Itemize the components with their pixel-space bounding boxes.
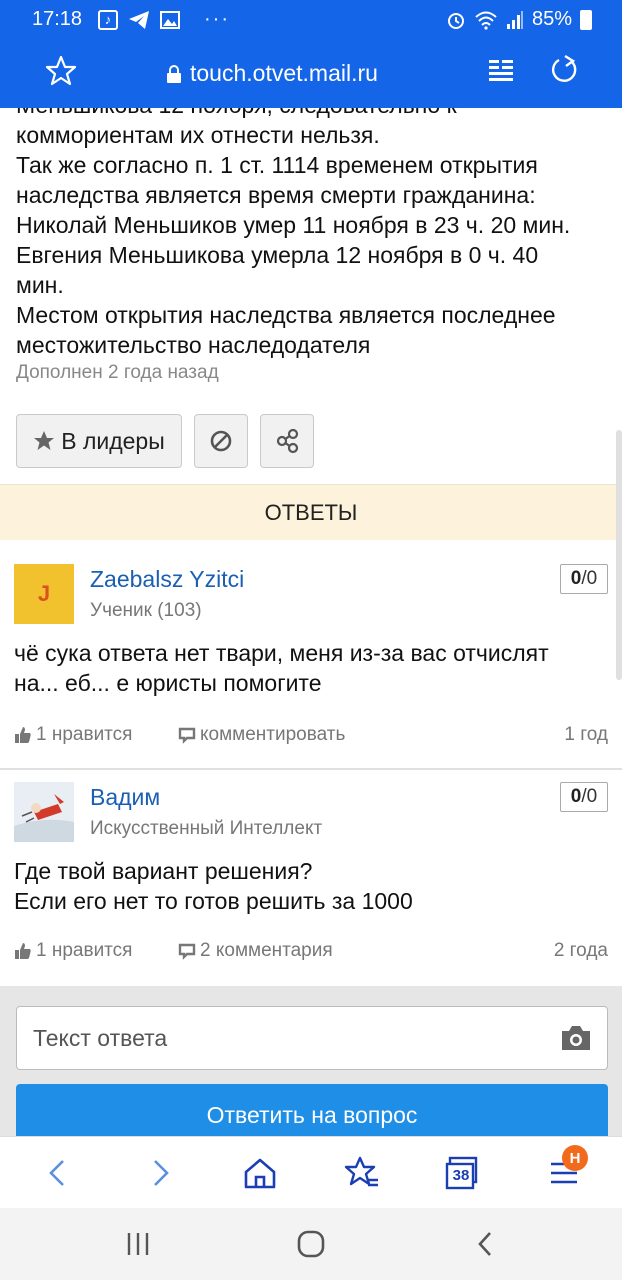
browser-bottom-nav: 38 H bbox=[0, 1136, 622, 1208]
wifi-icon bbox=[475, 11, 497, 30]
answer-divider bbox=[0, 768, 622, 770]
answer-item: J Zaebalsz Yzitci Ученик (103) 0/0 чё су… bbox=[0, 564, 622, 746]
submit-answer-button[interactable]: Ответить на вопрос bbox=[16, 1084, 608, 1136]
tabs-count: 38 bbox=[452, 1167, 470, 1184]
author-name[interactable]: Вадим bbox=[90, 784, 160, 811]
likes-count: 1 нравится bbox=[36, 724, 133, 745]
answer-age: 1 год bbox=[564, 724, 608, 745]
url-field[interactable]: touch.otvet.mail.ru bbox=[166, 60, 378, 87]
avatar-image bbox=[14, 782, 74, 842]
vote-score[interactable]: 0/0 bbox=[560, 782, 608, 812]
url-bar: touch.otvet.mail.ru bbox=[0, 44, 622, 102]
block-icon bbox=[210, 430, 232, 452]
url-text: touch.otvet.mail.ru bbox=[190, 60, 378, 86]
more-notifications-icon: ··· bbox=[204, 8, 230, 30]
tabs-button[interactable]: 38 bbox=[444, 1155, 480, 1191]
answer-line: на... еб... е юристы помогите bbox=[14, 670, 322, 696]
back-icon[interactable] bbox=[40, 1155, 76, 1191]
browser-top-bar: 17:18 ♪ ··· 85% touch.otvet.mail.ru bbox=[0, 0, 622, 108]
score-total: /0 bbox=[581, 786, 598, 807]
question-line: Так же согласно п. 1 ст. 1114 временем о… bbox=[16, 152, 538, 178]
question-line: Меньшикова 12 ноября, следовательно к bbox=[16, 108, 612, 120]
system-back-icon[interactable] bbox=[470, 1228, 502, 1260]
question-line: Евгения Меньшикова умерла 12 ноября в 0 … bbox=[16, 242, 539, 268]
question-line: Местом открытия наследства является посл… bbox=[16, 302, 556, 328]
answers-header: ОТВЕТЫ bbox=[0, 484, 622, 540]
signal-icon bbox=[506, 10, 523, 29]
question-actions: В лидеры bbox=[16, 414, 314, 468]
thumb-up-icon bbox=[15, 727, 31, 743]
to-leaders-label: В лидеры bbox=[61, 427, 165, 454]
answer-text: чё сука ответа нет твари, меня из-за вас… bbox=[14, 638, 608, 698]
forward-icon[interactable] bbox=[142, 1155, 178, 1191]
reload-icon[interactable] bbox=[546, 54, 580, 88]
to-leaders-button[interactable]: В лидеры bbox=[16, 414, 182, 468]
comment-button[interactable]: 2 комментария bbox=[178, 940, 333, 962]
question-line: коммориентам их отнести нельзя. bbox=[16, 122, 380, 148]
like-button[interactable]: 1 нравится bbox=[14, 724, 132, 746]
score-value: 0 bbox=[570, 568, 582, 589]
star-icon bbox=[34, 431, 55, 450]
like-button[interactable]: 1 нравится bbox=[14, 940, 132, 962]
score-total: /0 bbox=[581, 568, 598, 589]
recent-apps-icon[interactable] bbox=[122, 1228, 154, 1260]
bookmark-star-icon[interactable] bbox=[44, 54, 78, 88]
vote-score[interactable]: 0/0 bbox=[560, 564, 608, 594]
comment-button[interactable]: комментировать bbox=[178, 724, 345, 746]
home-icon[interactable] bbox=[242, 1155, 278, 1191]
comments-label: комментировать bbox=[200, 724, 346, 745]
telegram-notification-icon bbox=[129, 10, 149, 29]
camera-icon[interactable] bbox=[559, 1023, 593, 1053]
status-bar: 17:18 ♪ ··· 85% bbox=[0, 0, 622, 40]
answer-age: 2 года bbox=[553, 940, 608, 961]
comment-icon bbox=[178, 727, 196, 744]
alarm-icon bbox=[447, 12, 464, 29]
status-right: 85% bbox=[446, 8, 592, 31]
answer-line: Если его нет то готов решить за 1000 bbox=[14, 888, 413, 914]
question-line: наследства является время смерти граждан… bbox=[16, 182, 536, 208]
avatar[interactable]: J bbox=[14, 564, 74, 624]
answer-line: Где твой вариант решения? bbox=[14, 858, 313, 884]
bookmarks-icon[interactable] bbox=[344, 1155, 380, 1191]
notification-icons: ♪ ··· bbox=[98, 8, 230, 31]
battery-percent: 85% bbox=[531, 8, 572, 30]
report-button[interactable] bbox=[194, 414, 248, 468]
lock-icon bbox=[167, 64, 181, 83]
author-name[interactable]: Zaebalsz Yzitci bbox=[90, 566, 244, 593]
author-rank: Искусственный Интеллект bbox=[90, 818, 323, 839]
score-value: 0 bbox=[570, 786, 582, 807]
status-time: 17:18 bbox=[32, 8, 83, 30]
gallery-notification-icon bbox=[160, 10, 180, 29]
thumb-up-icon bbox=[15, 943, 31, 959]
answer-text-input[interactable]: Текст ответа bbox=[16, 1006, 608, 1070]
avatar[interactable] bbox=[14, 782, 74, 842]
share-icon bbox=[276, 428, 299, 454]
reader-mode-icon[interactable] bbox=[486, 56, 516, 86]
notification-badge: H bbox=[562, 1145, 588, 1171]
author-rank: Ученик (103) bbox=[90, 600, 202, 621]
question-line: мин. bbox=[16, 272, 64, 298]
page-content: Меньшикова 12 ноября, следовательно к ко… bbox=[0, 108, 622, 1136]
comments-label: 2 комментария bbox=[200, 940, 333, 961]
answer-text: Где твой вариант решения? Если его нет т… bbox=[14, 856, 608, 916]
system-nav-bar bbox=[0, 1208, 622, 1280]
scrollbar[interactable] bbox=[616, 430, 622, 680]
music-notification-icon: ♪ bbox=[98, 9, 118, 30]
answer-line: чё сука ответа нет твари, меня из-за вас… bbox=[14, 640, 549, 666]
answer-input-placeholder: Текст ответа bbox=[33, 1025, 168, 1051]
battery-icon bbox=[580, 9, 592, 30]
question-line: Николай Меньшиков умер 11 ноября в 23 ч.… bbox=[16, 212, 571, 238]
share-button[interactable] bbox=[260, 414, 314, 468]
reply-form: Текст ответа Ответить на вопрос bbox=[0, 986, 622, 1136]
question-line: местожительство наследодателя bbox=[16, 332, 371, 358]
question-text: Меньшикова 12 ноября, следовательно к ко… bbox=[16, 108, 612, 360]
comment-icon bbox=[178, 943, 196, 960]
avatar-letter: J bbox=[37, 581, 51, 606]
added-timestamp: Дополнен 2 года назад bbox=[16, 362, 219, 383]
system-home-icon[interactable] bbox=[295, 1228, 327, 1260]
likes-count: 1 нравится bbox=[36, 940, 133, 961]
answer-item: Вадим Искусственный Интеллект 0/0 Где тв… bbox=[0, 782, 622, 962]
